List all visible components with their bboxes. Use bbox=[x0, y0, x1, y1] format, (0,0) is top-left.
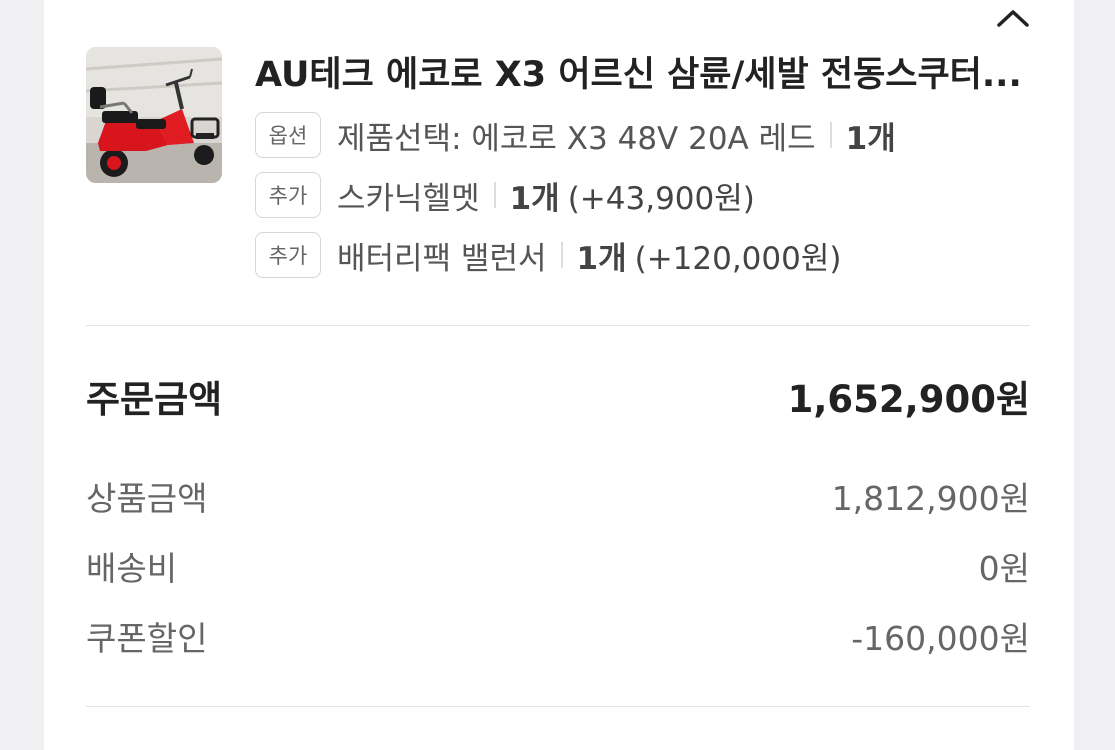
order-total-label: 주문금액 bbox=[86, 378, 223, 421]
divider bbox=[829, 122, 832, 148]
divider bbox=[493, 182, 496, 208]
addon-name: 스카닉헬멧 bbox=[337, 180, 480, 217]
option-quantity: 1개 bbox=[845, 120, 896, 157]
chevron-up-icon bbox=[997, 10, 1029, 27]
electric-tricycle-image bbox=[86, 47, 222, 183]
divider bbox=[560, 242, 563, 268]
addon-tag: 추가 bbox=[255, 172, 321, 218]
coupon-discount-value: -160,000원 bbox=[851, 619, 1030, 658]
addon-tag: 추가 bbox=[255, 232, 321, 278]
shipping-fee-row: 배송비 0원 bbox=[86, 542, 1030, 590]
product-amount-row: 상품금액 1,812,900원 bbox=[86, 472, 1030, 520]
product-amount-label: 상품금액 bbox=[86, 479, 208, 518]
product-amount-value: 1,812,900원 bbox=[831, 479, 1030, 518]
addon-row: 추가 배터리팩 밸런서 1개 (+120,000원) bbox=[255, 230, 841, 280]
option-name: 제품선택: 에코로 X3 48V 20A 레드 bbox=[337, 120, 816, 157]
addon-row: 추가 스카닉헬멧 1개 (+43,900원) bbox=[255, 170, 755, 220]
section-divider bbox=[86, 706, 1030, 707]
addon-name: 배터리팩 밸런서 bbox=[337, 240, 547, 277]
addon-quantity: 1개 bbox=[576, 240, 627, 277]
addon-price: (+43,900원) bbox=[567, 180, 755, 217]
order-summary-card: AU테크 에코로 X3 어르신 삼륜/세발 전동스쿠터... 옵션 제품선택: … bbox=[44, 0, 1074, 750]
addon-price: (+120,000원) bbox=[634, 240, 842, 277]
option-row: 옵션 제품선택: 에코로 X3 48V 20A 레드 1개 bbox=[255, 110, 896, 160]
addon-quantity: 1개 bbox=[509, 180, 560, 217]
product-thumbnail[interactable] bbox=[86, 47, 222, 183]
order-total-value: 1,652,900원 bbox=[787, 378, 1030, 421]
coupon-discount-label: 쿠폰할인 bbox=[86, 619, 208, 658]
product-title[interactable]: AU테크 에코로 X3 어르신 삼륜/세발 전동스쿠터... bbox=[255, 50, 1035, 100]
option-tag: 옵션 bbox=[255, 112, 321, 158]
order-total-row: 주문금액 1,652,900원 bbox=[86, 368, 1030, 424]
section-divider bbox=[86, 325, 1030, 326]
shipping-fee-label: 배송비 bbox=[86, 549, 178, 588]
shipping-fee-value: 0원 bbox=[978, 549, 1030, 588]
collapse-button[interactable] bbox=[993, 2, 1033, 34]
coupon-discount-row: 쿠폰할인 -160,000원 bbox=[86, 612, 1030, 660]
